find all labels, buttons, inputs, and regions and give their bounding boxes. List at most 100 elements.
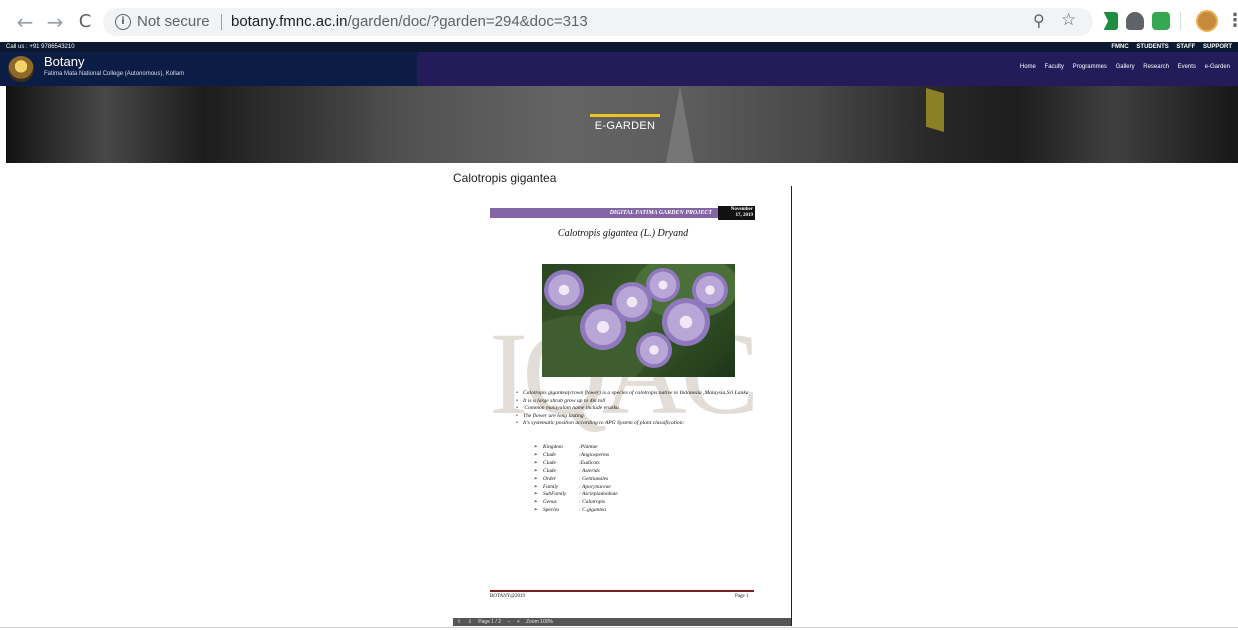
taxonomy-rank: Genus [543,499,557,506]
arrow-icon: ➢ [533,459,538,466]
banner-accent-line [590,114,660,117]
arrow-icon: ➢ [533,444,538,450]
address-bar[interactable]: i Not secure botany.fmnc.ac.in/garden/do… [103,8,1093,36]
taxonomy-row: ➢ Genus : Calotropis [533,499,618,507]
page-indicator: Page 1 / 2 [478,619,501,625]
doc-header-bar: DIGITAL FATIMA GARDEN PROJECT [490,208,718,218]
drive-icon[interactable] [1126,12,1144,30]
nav-faculty[interactable]: Faculty [1045,64,1064,70]
taxonomy-rank: Clade [543,451,556,458]
nav-research[interactable]: Research [1143,64,1169,70]
nav-home[interactable]: Home [1020,64,1036,70]
taxonomy-value: : Asterids [579,467,600,474]
document-title: Calotropis gigantea [453,171,557,185]
nav-programmes[interactable]: Programmes [1073,64,1107,70]
zoom-out-button[interactable]: − [507,619,510,625]
site-subtitle: Fatima Mata National College (Autonomous… [44,71,185,77]
list-item: It is a large shrub grow up to 4m tall [511,398,771,406]
top-link-students[interactable]: STUDENTS [1136,44,1168,50]
arrow-icon: ➢ [533,499,538,506]
college-logo [8,56,34,82]
doc-page-number: Page 1 [735,594,749,599]
toolbar-divider [1180,12,1181,30]
taxonomy-value: :Eudicots [579,459,600,466]
url-host: botany.fmnc.ac.in [231,13,348,30]
taxonomy-rank: Clade [543,459,556,466]
taxonomy-value: : Apocynaceae [579,483,611,490]
doc-date-line2: 17, 2019 [735,213,754,218]
page-bottom-border [0,627,1238,628]
taxonomy-rank: Species [543,507,560,514]
zoom-in-button[interactable]: + [517,619,520,625]
taxonomy-rank: SubFamily [543,491,567,498]
flower-cluster [692,272,728,308]
bookmark-star-icon[interactable]: ☆ [1061,10,1076,30]
reload-icon[interactable]: C [74,11,96,33]
doc-footer-left: BOTANY@2019 [490,594,526,599]
flower-cluster [544,270,584,310]
info-icon[interactable]: i [115,14,131,30]
taxonomy-rank: Kingdom [543,444,563,450]
site-header: Botany Fatima Mata National College (Aut… [0,52,1238,86]
list-item: Calotropis gigantea(crown flower) is a s… [511,390,771,398]
top-link-fmnc[interactable]: FMNC [1111,44,1128,50]
site-title: Botany [44,54,85,69]
site-topbar: Call us : +91 9786543210 FMNC STUDENTS S… [0,42,1238,52]
call-us-text: Call us : +91 9786543210 [6,44,75,50]
arrow-icon: ➢ [533,507,538,514]
menu-kebab-icon[interactable]: ⋮ [1226,11,1238,31]
arrow-icon: ➢ [533,491,538,498]
viewer-toolbar: ⇧ ⇩ Page 1 / 2 − + Zoom 100% [453,618,791,626]
doc-footer-rule [490,590,754,592]
taxonomy-row: ➢ SubFamily : Asclepiadoideae [533,491,618,499]
profile-avatar[interactable] [1196,10,1218,32]
arrow-icon: ➢ [533,467,538,474]
arrow-icon: ➢ [533,475,538,482]
taxonomy-row: ➢ Clade :Eudicots [533,460,618,468]
arrow-icon: ➢ [533,451,538,458]
zoom-icon[interactable]: ⚲ [1033,11,1045,30]
nav-e-garden[interactable]: e-Garden [1205,64,1230,70]
taxonomy-value: : Gentianales [579,475,609,482]
flower-cluster [646,268,680,302]
top-link-staff[interactable]: STAFF [1176,44,1195,50]
next-page-icon[interactable]: ⇩ [468,619,472,625]
taxonomy-row: ➢ Clade : Asterids [533,468,618,476]
pdf-page: IQAC DIGITAL FATIMA GARDEN PROJECT Novem… [453,186,791,618]
brand[interactable]: Botany Fatima Mata National College (Aut… [0,52,417,86]
flower-cluster [636,332,672,368]
page-banner: E-GARDEN [6,86,1238,163]
nav-events[interactable]: Events [1178,64,1196,70]
taxonomy-value: : Calotropis [579,499,606,506]
taxonomy-row: ➢ Kingdom:Plantae [533,444,618,452]
main-nav: Home Faculty Programmes Gallery Research… [1013,64,1230,70]
taxonomy-row: ➢ Order : Gentianales [533,476,618,484]
taxonomy-value: : C.gigantea [579,507,606,514]
taxonomy-value: : Asclepiadoideae [579,491,618,498]
taxonomy-row: ➢ Species : C.gigantea [533,507,618,515]
arrow-icon: ➢ [533,483,538,490]
taxonomy-rank: Family [543,483,559,490]
doc-date-box: November 17, 2019 [718,206,755,220]
security-label[interactable]: Not secure [137,13,210,30]
url-text[interactable]: botany.fmnc.ac.in/garden/doc/?garden=294… [231,13,588,30]
taxonomy-row: ➢ Family : Apocynaceae [533,484,618,492]
banner-title: E-GARDEN [594,120,656,132]
back-arrow-icon[interactable]: ← [14,11,36,33]
taxonomy-rank: Order [543,475,556,482]
top-link-support[interactable]: SUPPORT [1203,44,1232,50]
extension-icon[interactable] [1103,12,1118,30]
zoom-level: Zoom 100% [526,619,553,625]
taxonomy-rank: Clade [543,467,556,474]
pdf-viewer[interactable]: IQAC DIGITAL FATIMA GARDEN PROJECT Novem… [453,186,792,626]
top-links: FMNC STUDENTS STAFF SUPPORT [1105,42,1232,52]
forward-arrow-icon[interactable]: → [44,11,66,33]
nav-gallery[interactable]: Gallery [1116,64,1135,70]
taxonomy-row: ➢ Clade:Angiosperms [533,452,618,460]
list-item: Common malayalam name include erukku [511,405,771,413]
doc-bullet-list: Calotropis gigantea(crown flower) is a s… [511,390,771,428]
browser-chrome: ← → C i Not secure botany.fmnc.ac.in/gar… [0,0,1238,42]
extension-icon[interactable] [1152,12,1170,30]
prev-page-icon[interactable]: ⇧ [457,619,461,625]
taxonomy-list: ➢ Kingdom:Plantae ➢ Clade:Angiosperms ➢ Cla… [533,444,618,515]
